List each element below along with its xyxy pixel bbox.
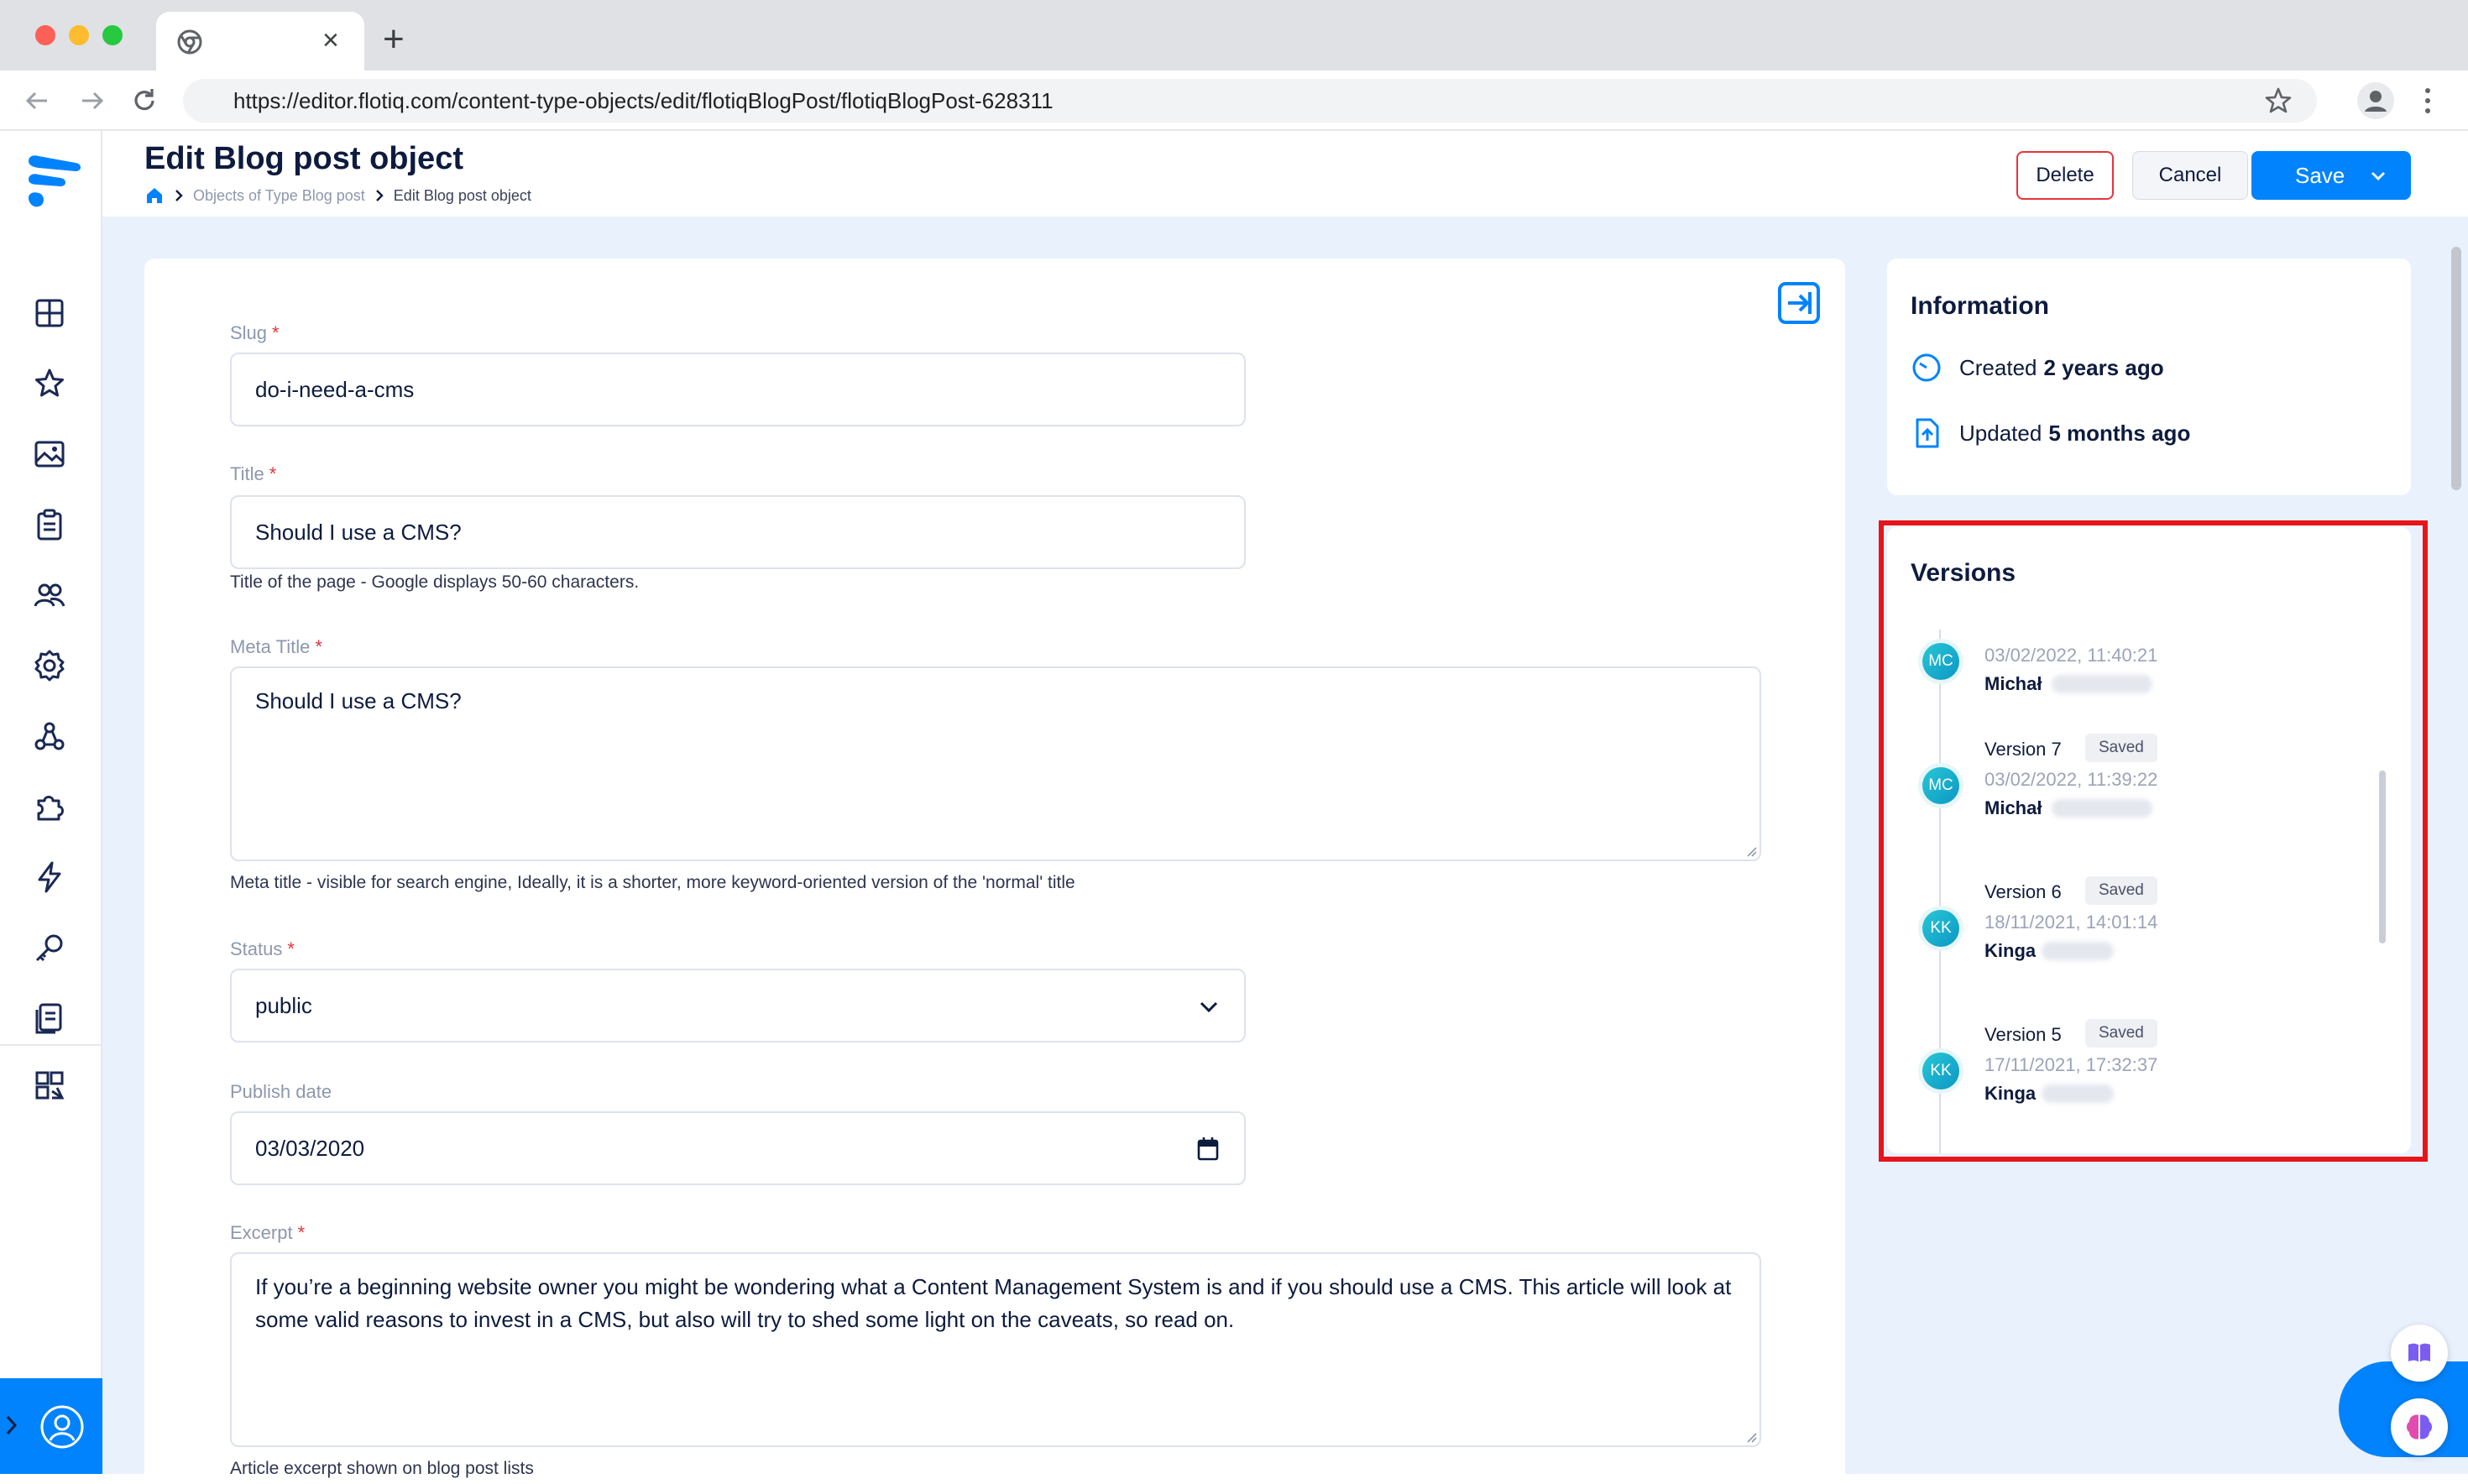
created-info: Created 2 years ago	[1911, 351, 2164, 384]
profile-avatar[interactable]	[2357, 82, 2394, 119]
app-sidebar	[0, 131, 102, 1474]
updated-prefix: Updated	[1959, 420, 2042, 446]
toggle-sidebar-icon[interactable]	[1776, 280, 1822, 326]
ai-assistant-widget[interactable]	[2391, 1398, 2448, 1455]
breadcrumb-current: Edit Blog post object	[393, 186, 531, 204]
back-arrow-icon[interactable]	[20, 84, 54, 118]
forward-arrow-icon[interactable]	[76, 84, 109, 118]
excerpt-label: Excerpt *	[230, 1222, 306, 1243]
updated-value: 5 months ago	[2048, 420, 2191, 446]
plugins-icon[interactable]	[32, 789, 67, 824]
excerpt-textarea[interactable]: If you’re a beginning website owner you …	[230, 1252, 1761, 1447]
status-label: Status *	[230, 938, 295, 959]
page-title: Edit Blog post object	[144, 141, 463, 176]
chrome-favicon-icon	[177, 29, 202, 55]
tab-close-icon[interactable]: ×	[322, 24, 339, 57]
publish-date-value: 03/03/2020	[255, 1135, 365, 1161]
new-tab-button[interactable]: +	[383, 18, 405, 60]
information-title: Information	[1911, 292, 2049, 320]
reload-icon[interactable]	[128, 84, 161, 118]
address-bar[interactable]: https://editor.flotiq.com/content-type-o…	[183, 79, 2317, 123]
status-value: public	[255, 992, 312, 1018]
delete-button[interactable]: Delete	[2016, 151, 2114, 200]
meta-title-value: Should I use a CMS?	[255, 688, 462, 713]
settings-icon[interactable]	[32, 648, 67, 683]
page-header: Edit Blog post object Objects of Type Bl…	[102, 131, 2468, 217]
created-prefix: Created	[1959, 354, 2037, 380]
chevron-down-icon[interactable]	[2369, 167, 2387, 186]
window-maximize-button[interactable]	[102, 25, 123, 45]
bookmark-star-icon[interactable]	[2263, 86, 2293, 116]
excerpt-help-text: Article excerpt shown on blog post lists	[230, 1459, 534, 1478]
cancel-button[interactable]: Cancel	[2132, 151, 2248, 200]
breadcrumb-chevron-icon	[375, 190, 384, 201]
users-icon[interactable]	[32, 577, 67, 613]
url-text: https://editor.flotiq.com/content-type-o…	[233, 88, 1054, 113]
sidebar-divider	[0, 1044, 101, 1046]
versions-highlight-box	[1879, 520, 2428, 1162]
save-button[interactable]: Save	[2251, 151, 2411, 200]
file-upload-icon	[1916, 418, 1939, 448]
clipboard-icon[interactable]	[32, 507, 67, 542]
calendar-icon[interactable]	[1197, 1137, 1219, 1162]
breadcrumb-link-objects[interactable]: Objects of Type Blog post	[193, 187, 365, 205]
templates-icon[interactable]	[32, 1068, 67, 1103]
key-icon[interactable]	[32, 930, 67, 965]
person-icon	[2365, 91, 2387, 112]
chevron-down-icon	[1200, 1001, 1218, 1013]
created-value: 2 years ago	[2043, 354, 2164, 380]
flotiq-logo-icon[interactable]	[24, 151, 84, 212]
title-help-text: Title of the page - Google displays 50-6…	[230, 572, 640, 592]
user-account-tile[interactable]	[0, 1378, 102, 1474]
graph-icon[interactable]	[32, 718, 67, 754]
slug-input[interactable]: do-i-need-a-cms	[230, 353, 1246, 426]
window-close-button[interactable]	[35, 25, 55, 45]
title-label: Title *	[230, 463, 277, 484]
information-card: Information Created 2 years ago Updated …	[1887, 259, 2411, 495]
browser-menu-icon[interactable]	[2423, 82, 2433, 119]
docs-icon[interactable]	[32, 1001, 67, 1036]
window-minimize-button[interactable]	[69, 25, 89, 45]
slug-label: Slug *	[230, 322, 280, 343]
home-icon[interactable]	[144, 186, 165, 206]
brain-icon	[2407, 1414, 2432, 1440]
status-select[interactable]: public	[230, 969, 1246, 1042]
publish-date-label: Publish date	[230, 1081, 332, 1102]
excerpt-value: If you’re a beginning website owner you …	[255, 1274, 1732, 1332]
publish-date-input[interactable]: 03/03/2020	[230, 1111, 1246, 1185]
updated-info: Updated 5 months ago	[1911, 416, 2190, 450]
user-avatar-icon	[40, 1405, 84, 1449]
dashboard-icon[interactable]	[32, 295, 67, 331]
meta-title-help-text: Meta title - visible for search engine, …	[230, 873, 1075, 892]
media-icon[interactable]	[32, 436, 67, 472]
clock-icon	[1912, 353, 1941, 382]
page-scrollbar[interactable]	[2451, 247, 2461, 490]
save-button-label: Save	[2295, 162, 2345, 188]
breadcrumb-chevron-icon	[175, 190, 183, 201]
star-icon[interactable]	[32, 366, 67, 401]
browser-tab[interactable]: ×	[156, 12, 364, 71]
title-input[interactable]: Should I use a CMS?	[230, 495, 1246, 569]
book-icon	[2408, 1343, 2430, 1362]
resize-handle-icon[interactable]	[1744, 1430, 1758, 1444]
docs-widget[interactable]	[2391, 1325, 2448, 1382]
lightning-icon[interactable]	[32, 860, 67, 895]
browser-toolbar: https://editor.flotiq.com/content-type-o…	[0, 71, 2468, 131]
meta-title-textarea[interactable]: Should I use a CMS?	[230, 666, 1761, 861]
meta-title-label: Meta Title *	[230, 636, 322, 657]
breadcrumb: Objects of Type Blog post Edit Blog post…	[144, 183, 531, 208]
expand-chevron-icon[interactable]	[3, 1410, 20, 1440]
browser-tab-bar: × +	[0, 0, 2468, 71]
resize-handle-icon[interactable]	[1744, 844, 1758, 858]
